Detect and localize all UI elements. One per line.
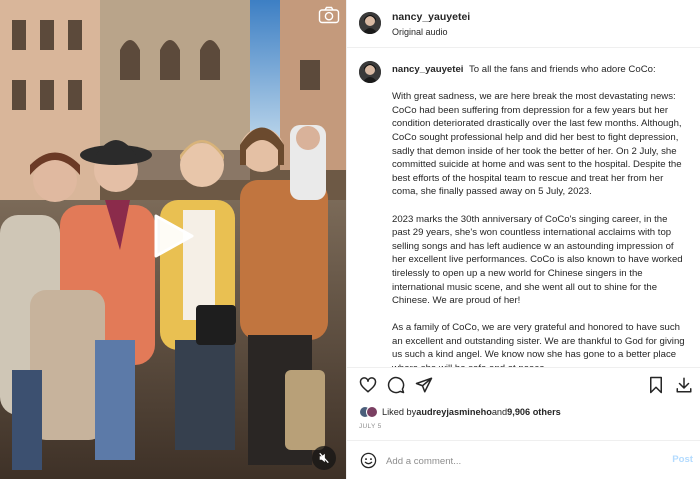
comment-icon[interactable] — [387, 376, 405, 394]
post-caption: nancy_yauyetei To all the fans and frien… — [392, 63, 688, 367]
likes-summary[interactable]: Liked by audreyjasmineho and 9,906 other… — [359, 405, 561, 419]
comment-bar: Post — [347, 440, 700, 479]
share-icon[interactable] — [415, 376, 433, 394]
caption-scroll-area[interactable]: nancy_yauyetei To all the fans and frien… — [347, 49, 700, 367]
caption-paragraph: 2023 marks the 30th anniversary of CoCo'… — [392, 213, 683, 307]
liker-avatars — [359, 406, 378, 418]
bookmark-icon[interactable] — [647, 376, 665, 394]
action-bar — [347, 367, 700, 401]
post-side-panel: nancy_yauyetei Original audio nancy_yauy… — [346, 0, 700, 479]
liker-username[interactable]: audreyjasmineho — [416, 407, 492, 417]
play-icon[interactable] — [150, 213, 196, 259]
caption-paragraph: As a family of CoCo, we are very gratefu… — [392, 322, 685, 367]
avatar[interactable] — [359, 12, 381, 34]
avatar — [366, 406, 378, 418]
comment-input[interactable] — [386, 453, 656, 469]
post-comment-button[interactable]: Post — [672, 454, 693, 465]
caption-paragraph: With great sadness, we are here break th… — [392, 91, 682, 198]
avatar[interactable] — [359, 61, 381, 83]
post-date[interactable]: JULY 5 — [359, 423, 382, 430]
likes-middle: and — [491, 407, 508, 417]
download-icon[interactable] — [675, 376, 693, 394]
post-header: nancy_yauyetei Original audio — [347, 0, 700, 48]
heart-icon[interactable] — [359, 376, 377, 394]
post-media[interactable] — [0, 0, 346, 479]
audio-muted-icon[interactable] — [312, 446, 336, 470]
post-username[interactable]: nancy_yauyetei — [392, 11, 470, 23]
emoji-icon[interactable] — [360, 452, 377, 469]
audio-label[interactable]: Original audio — [392, 27, 448, 37]
likes-prefix: Liked by — [382, 407, 417, 417]
camera-icon[interactable] — [318, 6, 340, 24]
caption-username[interactable]: nancy_yauyetei — [392, 64, 463, 75]
likes-count[interactable]: 9,906 others — [507, 407, 561, 417]
caption-intro: To all the fans and friends who adore Co… — [468, 64, 656, 75]
